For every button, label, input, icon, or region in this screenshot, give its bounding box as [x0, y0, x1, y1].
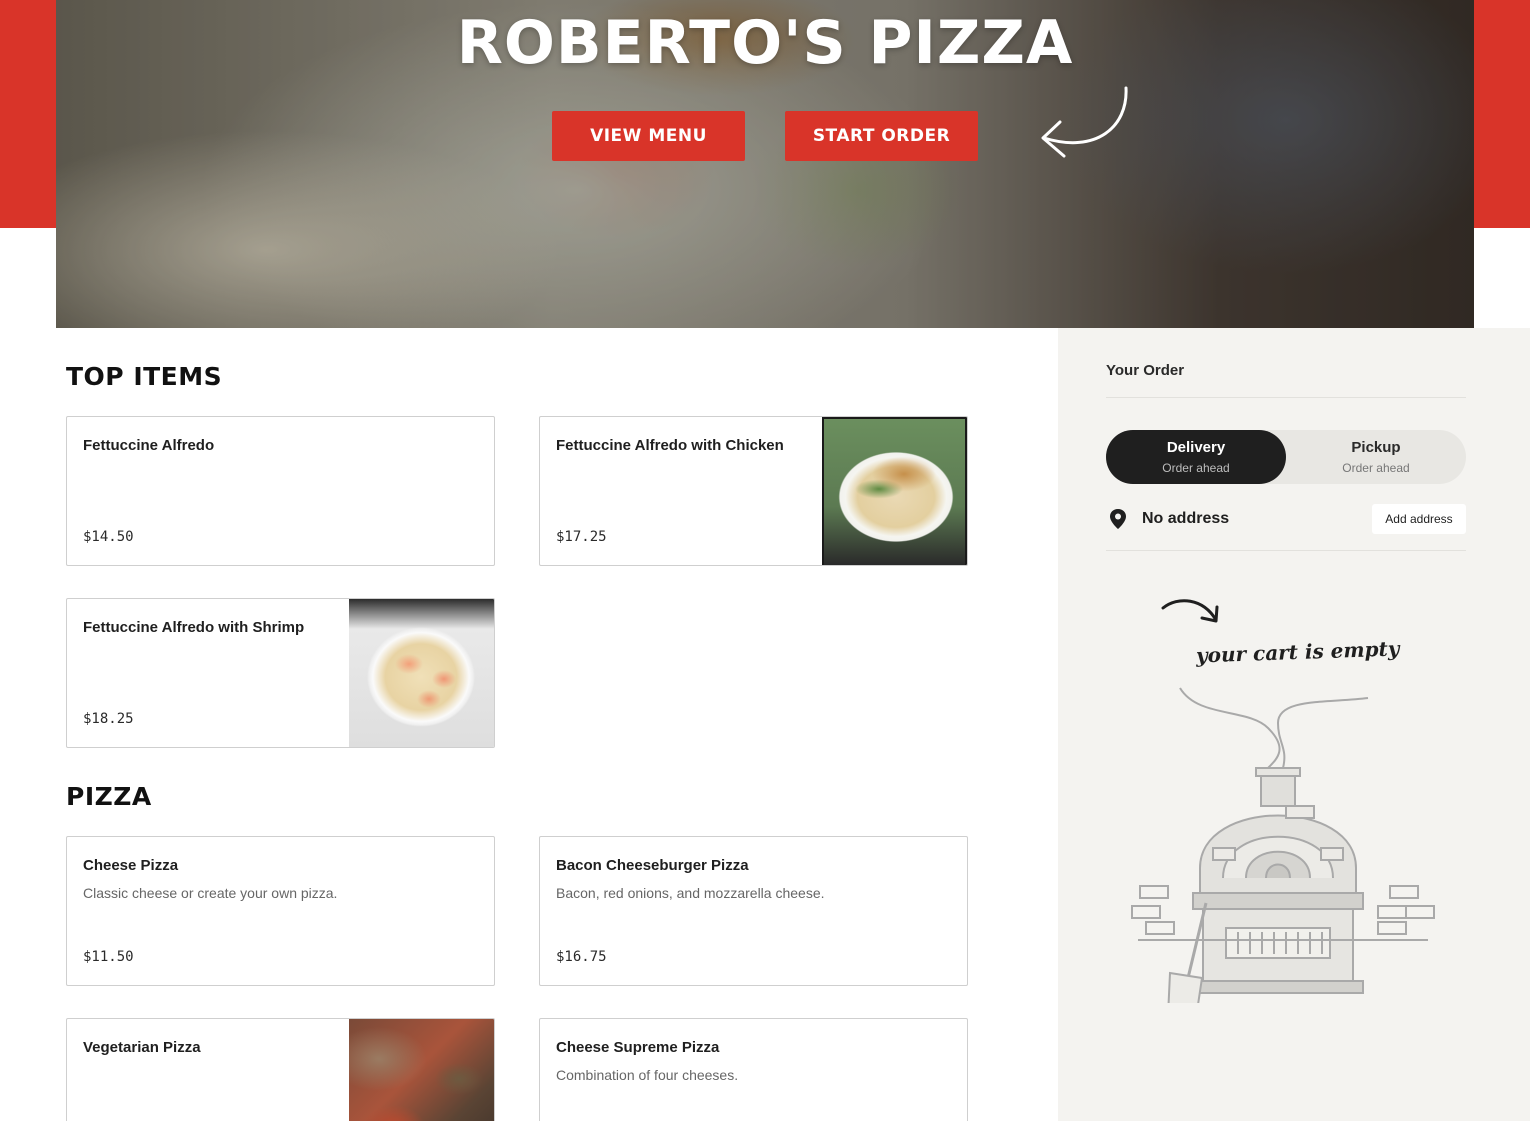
menu-item-name: Cheese Supreme Pizza [556, 1039, 720, 1056]
location-pin-icon [1110, 509, 1126, 529]
menu-item-price: $14.50 [83, 529, 134, 545]
start-order-button[interactable]: START ORDER [785, 111, 978, 161]
add-address-button[interactable]: Add address [1372, 504, 1466, 534]
menu-item-card[interactable]: Cheese Supreme Pizza Combination of four… [539, 1018, 968, 1121]
address-row: No address Add address [1106, 502, 1466, 536]
curved-arrow-icon [1041, 86, 1128, 158]
menu-item-name: Vegetarian Pizza [83, 1039, 201, 1056]
menu-item-price: $18.25 [83, 711, 134, 727]
menu-item-photo [349, 1019, 494, 1121]
hero-banner: ROBERTO'S PIZZA VIEW MENU START ORDER [56, 0, 1474, 328]
menu-item-card[interactable]: Fettuccine Alfredo with Shrimp $18.25 [66, 598, 495, 748]
menu-item-photo [349, 599, 494, 747]
pickup-sub: Order ahead [1342, 461, 1410, 475]
menu-item-card[interactable]: Fettuccine Alfredo with Chicken $17.25 [539, 416, 968, 566]
delivery-option[interactable]: Delivery Order ahead [1106, 430, 1286, 484]
menu-item-card[interactable]: Bacon Cheeseburger Pizza Bacon, red onio… [539, 836, 968, 986]
menu-item-name: Fettuccine Alfredo [83, 437, 215, 454]
menu-item-name: Fettuccine Alfredo with Shrimp [83, 619, 305, 636]
pickup-label: Pickup [1351, 439, 1401, 456]
menu-item-name: Cheese Pizza [83, 857, 179, 874]
divider [1106, 550, 1466, 551]
order-sidebar: Your Order Delivery Order ahead Pickup O… [1058, 328, 1530, 1121]
section-title-top-items: TOP ITEMS [66, 362, 223, 391]
address-value: No address [1142, 510, 1230, 527]
order-type-toggle: Delivery Order ahead Pickup Order ahead [1106, 430, 1466, 484]
menu-item-card[interactable]: Vegetarian Pizza [66, 1018, 495, 1121]
menu-item-description: Classic cheese or create your own pizza. [83, 885, 338, 901]
section-title-pizza: PIZZA [66, 782, 152, 811]
menu-item-price: $16.75 [556, 949, 607, 965]
menu-item-name: Bacon Cheeseburger Pizza [556, 857, 749, 874]
menu-item-name: Fettuccine Alfredo with Chicken [556, 437, 784, 454]
menu-item-card[interactable]: Cheese Pizza Classic cheese or create yo… [66, 836, 495, 986]
delivery-sub: Order ahead [1162, 461, 1230, 475]
divider [1106, 397, 1466, 398]
menu-item-photo [822, 417, 967, 565]
menu-item-description: Bacon, red onions, and mozzarella cheese… [556, 885, 825, 901]
pizza-oven-illustration [1131, 687, 1435, 1003]
hand-drawn-arrow-icon [1161, 599, 1219, 623]
delivery-label: Delivery [1166, 439, 1226, 456]
menu-item-price: $11.50 [83, 949, 134, 965]
view-menu-button[interactable]: VIEW MENU [552, 111, 745, 161]
restaurant-name: ROBERTO'S PIZZA [456, 8, 1074, 78]
menu-item-price: $17.25 [556, 529, 607, 545]
your-order-title: Your Order [1106, 362, 1185, 379]
empty-cart-message: your cart is empty [1195, 636, 1400, 668]
pickup-option[interactable]: Pickup Order ahead [1286, 430, 1466, 484]
menu-item-description: Combination of four cheeses. [556, 1067, 739, 1083]
menu-item-card[interactable]: Fettuccine Alfredo $14.50 [66, 416, 495, 566]
